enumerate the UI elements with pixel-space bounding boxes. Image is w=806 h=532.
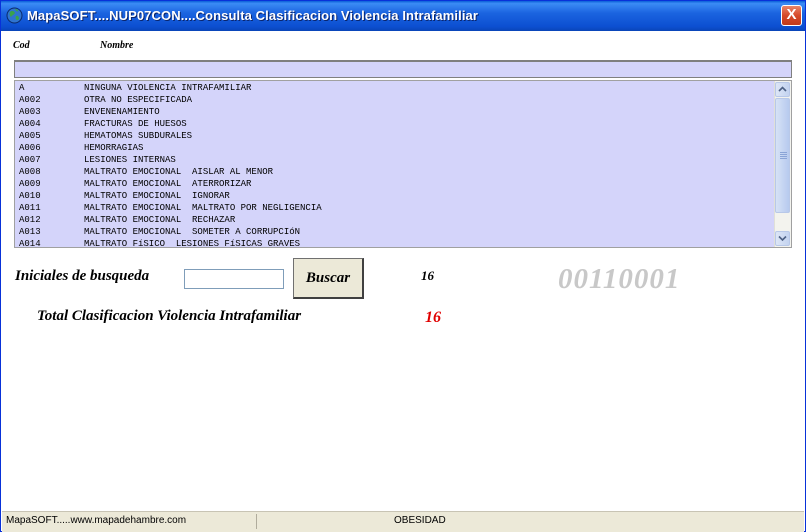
- list-item-nombre: MALTRATO FíSICO LESIONES FíSICAS GRAVES: [84, 239, 301, 248]
- list-item-cod: A005: [19, 131, 41, 141]
- code-display: 00110001: [558, 263, 681, 295]
- list-item[interactable]: A004 FRACTURAS DE HUESOS: [15, 118, 773, 130]
- grip-line: [780, 156, 787, 157]
- title-bar[interactable]: MapaSOFT....NUP07CON....Consulta Clasifi…: [1, 1, 805, 31]
- list-item-cod: A014: [19, 239, 41, 248]
- list-item-cod: A013: [19, 227, 41, 237]
- list-item-cod: A: [19, 83, 25, 93]
- close-button[interactable]: X: [781, 5, 802, 26]
- list-item-nombre: NINGUNA VIOLENCIA INTRAFAMILIAR: [84, 83, 252, 93]
- result-count: 16: [421, 268, 434, 283]
- chevron-down-icon: [778, 235, 787, 242]
- list-item-nombre: FRACTURAS DE HUESOS: [84, 119, 187, 129]
- filter-bar[interactable]: [14, 60, 792, 78]
- list-item-cod: A012: [19, 215, 41, 225]
- list-item[interactable]: A009 MALTRATO EMOCIONAL ATERRORIZAR: [15, 178, 773, 190]
- list-item-nombre: LESIONES INTERNAS: [84, 155, 176, 165]
- buscar-button[interactable]: Buscar: [293, 258, 364, 299]
- column-header-cod: Cod: [13, 40, 30, 51]
- total-value: 16: [425, 309, 441, 326]
- list-item-cod: A010: [19, 191, 41, 201]
- list-item-nombre: HEMORRAGIAS: [84, 143, 144, 153]
- list-item-nombre: MALTRATO EMOCIONAL MALTRATO POR NEGLIGEN…: [84, 203, 322, 213]
- list-item-nombre: MALTRATO EMOCIONAL SOMETER A CORRUPCIóN: [84, 227, 301, 237]
- list-item[interactable]: A008 MALTRATO EMOCIONAL AISLAR AL MENOR: [15, 166, 773, 178]
- list-item[interactable]: A007 LESIONES INTERNAS: [15, 154, 773, 166]
- grip-line: [780, 158, 787, 159]
- status-divider: [256, 514, 257, 529]
- list-item[interactable]: A010 MALTRATO EMOCIONAL IGNORAR: [15, 190, 773, 202]
- list-item-nombre: ENVENENAMIENTO: [84, 107, 160, 117]
- grip-line: [780, 152, 787, 153]
- globe-icon: [6, 7, 23, 24]
- list-item[interactable]: A NINGUNA VIOLENCIA INTRAFAMILIAR: [15, 82, 773, 94]
- search-input[interactable]: [184, 269, 284, 289]
- list-item[interactable]: A005 HEMATOMAS SUBDURALES: [15, 130, 773, 142]
- column-header-nombre: Nombre: [100, 40, 134, 51]
- list-item-cod: A011: [19, 203, 41, 213]
- list-item[interactable]: A003 ENVENENAMIENTO: [15, 106, 773, 118]
- list-item[interactable]: A014 MALTRATO FíSICO LESIONES FíSICAS GRA…: [15, 238, 773, 248]
- list-item[interactable]: A013 MALTRATO EMOCIONAL SOMETER A CORRUPC…: [15, 226, 773, 238]
- close-icon: X: [786, 6, 797, 23]
- list-item-nombre: HEMATOMAS SUBDURALES: [84, 131, 193, 141]
- list-item-nombre: MALTRATO EMOCIONAL RECHAZAR: [84, 215, 236, 225]
- status-bar: MapaSOFT.....www.mapadehambre.com OBESID…: [2, 511, 804, 532]
- list-item-cod: A003: [19, 107, 41, 117]
- list-item[interactable]: A006 HEMORRAGIAS: [15, 142, 773, 154]
- list-item-cod: A002: [19, 95, 41, 105]
- list-item-nombre: OTRA NO ESPECIFICADA: [84, 95, 193, 105]
- app-window: MapaSOFT....NUP07CON....Consulta Clasifi…: [0, 0, 806, 532]
- status-left: MapaSOFT.....www.mapadehambre.com: [6, 515, 187, 526]
- list-item-cod: A009: [19, 179, 41, 189]
- grip-line: [780, 154, 787, 155]
- search-label: Iniciales de busqueda: [15, 268, 150, 284]
- total-label: Total Clasificacion Violencia Intrafamil…: [37, 308, 302, 324]
- list-item-cod: A007: [19, 155, 41, 165]
- list-item-cod: A006: [19, 143, 41, 153]
- list-item[interactable]: A002 OTRA NO ESPECIFICADA: [15, 94, 773, 106]
- scroll-thumb[interactable]: [775, 98, 790, 213]
- status-center: OBESIDAD: [394, 515, 446, 526]
- scroll-down-button[interactable]: [775, 231, 790, 246]
- list-item-nombre: MALTRATO EMOCIONAL AISLAR AL MENOR: [84, 167, 274, 177]
- list-item[interactable]: A011 MALTRATO EMOCIONAL MALTRATO POR NEGL…: [15, 202, 773, 214]
- classification-list[interactable]: A NINGUNA VIOLENCIA INTRAFAMILIAR A002 OTRA…: [14, 80, 792, 248]
- list-item-cod: A008: [19, 167, 41, 177]
- list-item-nombre: MALTRATO EMOCIONAL IGNORAR: [84, 191, 230, 201]
- list-item[interactable]: A012 MALTRATO EMOCIONAL RECHAZAR: [15, 214, 773, 226]
- scroll-up-button[interactable]: [775, 82, 790, 97]
- window-title: MapaSOFT....NUP07CON....Consulta Clasifi…: [27, 8, 479, 23]
- vertical-scrollbar[interactable]: [774, 81, 791, 247]
- list-item-nombre: MALTRATO EMOCIONAL ATERRORIZAR: [84, 179, 252, 189]
- client-area: Cod Nombre A NINGUNA VIOLENCIA INTRAFAMIL…: [4, 31, 802, 511]
- chevron-up-icon: [778, 86, 787, 92]
- list-item-cod: A004: [19, 119, 41, 129]
